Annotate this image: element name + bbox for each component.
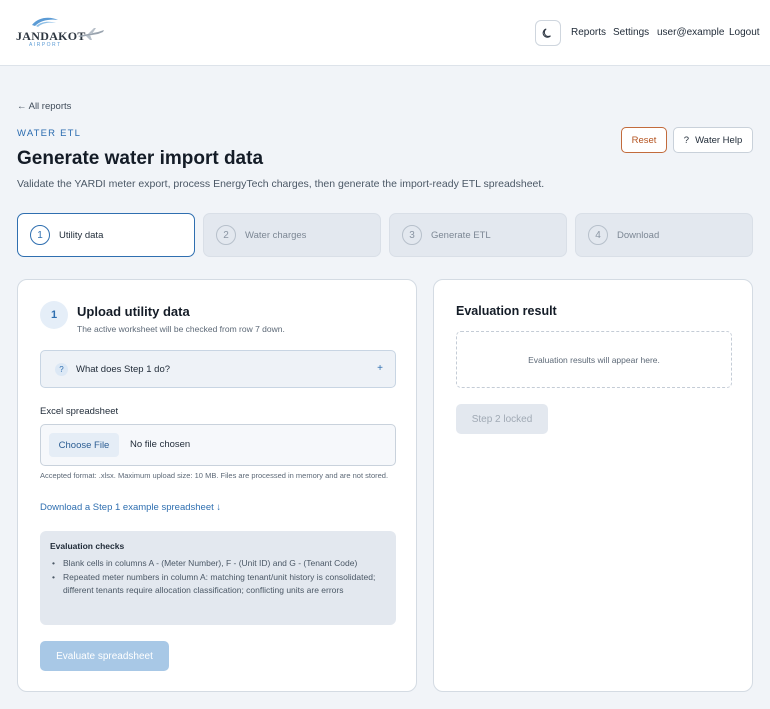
upload-card: 1 Upload utility data The active workshe… bbox=[17, 279, 417, 692]
nav-logout-link[interactable]: Logout bbox=[729, 27, 760, 38]
file-input[interactable]: Choose File No file chosen bbox=[40, 424, 396, 466]
evaluation-card: Evaluation result Evaluation results wil… bbox=[433, 279, 753, 692]
upload-title: Upload utility data bbox=[77, 304, 190, 319]
section-eyebrow: WATER ETL bbox=[17, 128, 82, 139]
page-description: Validate the YARDI meter export, process… bbox=[17, 178, 545, 190]
excel-field-label: Excel spreadsheet bbox=[40, 406, 119, 417]
back-to-reports-link[interactable]: ← All reports bbox=[17, 101, 71, 112]
plane-icon bbox=[78, 28, 104, 40]
evaluate-spreadsheet-button[interactable]: Evaluate spreadsheet bbox=[40, 641, 169, 671]
list-item: Repeated meter numbers in column A: matc… bbox=[50, 571, 386, 597]
list-item: Blank cells in columns A - (Meter Number… bbox=[50, 557, 386, 570]
brand-logo[interactable]: JANDAKOT AIRPORT bbox=[16, 14, 106, 50]
water-help-label: Water Help bbox=[695, 134, 743, 146]
logo-swoosh-icon bbox=[32, 17, 58, 27]
file-status-text: No file chosen bbox=[130, 439, 191, 450]
step2-locked-button[interactable]: Step 2 locked bbox=[456, 404, 548, 434]
accepted-format-note: Accepted format: .xlsx. Maximum upload s… bbox=[40, 471, 389, 480]
page-title: Generate water import data bbox=[17, 148, 264, 169]
step-tab-water-charges[interactable]: 2 Water charges bbox=[203, 213, 381, 257]
question-icon: ? bbox=[55, 363, 68, 376]
step-label: Generate ETL bbox=[431, 229, 491, 241]
step-number: 2 bbox=[216, 225, 236, 245]
download-example-link[interactable]: Download a Step 1 example spreadsheet ↓ bbox=[40, 502, 221, 513]
step-label: Water charges bbox=[245, 229, 307, 241]
reset-button[interactable]: Reset bbox=[621, 127, 667, 153]
moon-icon bbox=[542, 28, 551, 38]
theme-toggle-button[interactable] bbox=[535, 20, 561, 46]
step-label: Utility data bbox=[59, 229, 104, 241]
upload-subtitle: The active worksheet will be checked fro… bbox=[77, 324, 285, 334]
step-number: 1 bbox=[30, 225, 50, 245]
evaluation-checks-panel: Evaluation checks Blank cells in columns… bbox=[40, 531, 396, 625]
step-number: 3 bbox=[402, 225, 422, 245]
step-tab-utility-data[interactable]: 1 Utility data bbox=[17, 213, 195, 257]
checks-title: Evaluation checks bbox=[50, 541, 125, 551]
water-help-button[interactable]: ? Water Help bbox=[673, 127, 753, 153]
checks-list: Blank cells in columns A - (Meter Number… bbox=[50, 557, 386, 597]
step-tab-generate-etl[interactable]: 3 Generate ETL bbox=[389, 213, 567, 257]
evaluation-placeholder: Evaluation results will appear here. bbox=[456, 331, 732, 388]
step-faq-toggle[interactable]: ? What does Step 1 do? + bbox=[40, 350, 396, 388]
step-badge: 1 bbox=[40, 301, 68, 329]
step-label: Download bbox=[617, 229, 660, 241]
top-bar: JANDAKOT AIRPORT Reports Settings user@e… bbox=[0, 0, 770, 66]
nav-user-link[interactable]: user@example bbox=[657, 27, 724, 38]
nav-reports-link[interactable]: Reports bbox=[571, 27, 606, 38]
choose-file-button[interactable]: Choose File bbox=[49, 433, 119, 457]
plus-icon: + bbox=[377, 363, 383, 374]
evaluation-title: Evaluation result bbox=[456, 304, 557, 318]
help-icon: ? bbox=[683, 134, 690, 146]
step-number: 4 bbox=[588, 225, 608, 245]
brand-subtitle: AIRPORT bbox=[29, 42, 62, 48]
step-tab-download[interactable]: 4 Download bbox=[575, 213, 753, 257]
faq-label: What does Step 1 do? bbox=[76, 364, 171, 375]
nav-settings-link[interactable]: Settings bbox=[613, 27, 649, 38]
